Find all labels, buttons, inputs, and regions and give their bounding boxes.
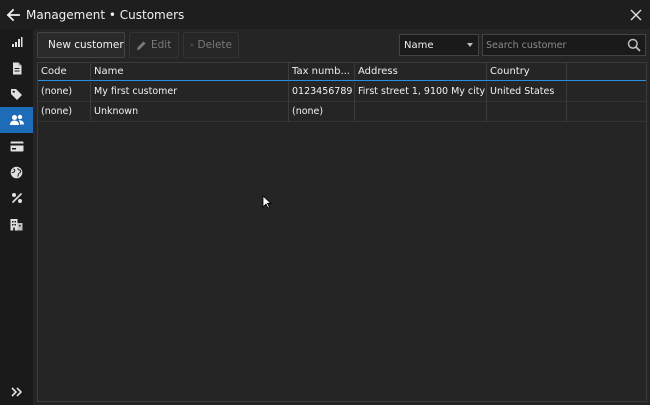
search-box [482, 34, 646, 56]
tag-icon [11, 88, 22, 100]
double-chevron-right-icon [11, 387, 22, 397]
bar-chart-icon [11, 37, 22, 47]
cell-address [355, 102, 487, 121]
cell-tax-number: (none) [289, 102, 355, 121]
pencil-icon [137, 41, 146, 50]
chevron-down-icon [467, 43, 473, 47]
new-customer-button[interactable]: New customer [37, 32, 125, 58]
building-icon [10, 218, 23, 230]
cell-address: First street 1, 9100 My city [355, 82, 487, 101]
column-header-address[interactable]: Address [355, 63, 487, 80]
sidebar-expand-button[interactable] [0, 379, 33, 405]
sidebar-item-products[interactable] [0, 81, 33, 107]
cell-filler [567, 82, 646, 101]
sidebar-item-company[interactable] [0, 211, 33, 237]
credit-card-icon [10, 141, 23, 151]
table-header: Code Name Tax numb... Address Country [38, 63, 646, 81]
users-icon [9, 114, 24, 125]
edit-label: Edit [151, 39, 172, 51]
sidebar-item-dashboard[interactable] [0, 29, 33, 55]
column-header-name[interactable]: Name [91, 63, 289, 80]
cell-country [487, 102, 567, 121]
column-header-country[interactable]: Country [487, 63, 567, 80]
edit-button[interactable]: Edit [129, 32, 179, 58]
sidebar-item-countries[interactable] [0, 159, 33, 185]
sidebar [0, 29, 33, 405]
column-header-code[interactable]: Code [38, 63, 91, 80]
delete-button[interactable]: Delete [183, 32, 239, 58]
column-header-tax-number[interactable]: Tax numb... [289, 63, 355, 80]
column-header-filler [567, 63, 646, 80]
close-icon [190, 43, 194, 47]
app-window: Management • Customers New customer Edit… [0, 0, 650, 405]
cell-country: United States [487, 82, 567, 101]
cell-filler [567, 102, 646, 121]
cell-name: My first customer [91, 82, 289, 101]
close-button[interactable] [626, 5, 646, 25]
percent-icon [11, 192, 22, 204]
sidebar-item-customers[interactable] [0, 107, 33, 133]
globe-icon [10, 166, 23, 178]
toolbar: New customer Edit Delete Name [33, 29, 650, 61]
search-field-select[interactable]: Name [399, 34, 479, 56]
sidebar-item-tax-rates[interactable] [0, 185, 33, 211]
document-icon [12, 62, 21, 74]
table-row[interactable]: (none) My first customer 0123456789 Firs… [38, 82, 646, 102]
sidebar-item-documents[interactable] [0, 55, 33, 81]
cell-tax-number: 0123456789 [289, 82, 355, 101]
title-bar: Management • Customers [0, 0, 650, 29]
window-title: Management • Customers [26, 8, 185, 22]
back-button[interactable] [4, 6, 22, 24]
search-field-select-value: Name [404, 39, 434, 51]
cell-code: (none) [38, 102, 91, 121]
main-content: New customer Edit Delete Name Search cus… [33, 29, 650, 405]
cell-name: Unknown [91, 102, 289, 121]
search-input[interactable] [486, 37, 626, 53]
delete-label: Delete [197, 39, 233, 51]
arrow-left-icon [6, 8, 20, 22]
new-customer-label: New customer [48, 39, 124, 51]
search-icon[interactable] [627, 38, 641, 52]
customers-table: Code Name Tax numb... Address Country (n… [37, 62, 647, 402]
close-icon [630, 9, 642, 21]
sidebar-item-payment-types[interactable] [0, 133, 33, 159]
cell-code: (none) [38, 82, 91, 101]
mouse-cursor-icon [262, 195, 272, 209]
table-row[interactable]: (none) Unknown (none) [38, 102, 646, 122]
